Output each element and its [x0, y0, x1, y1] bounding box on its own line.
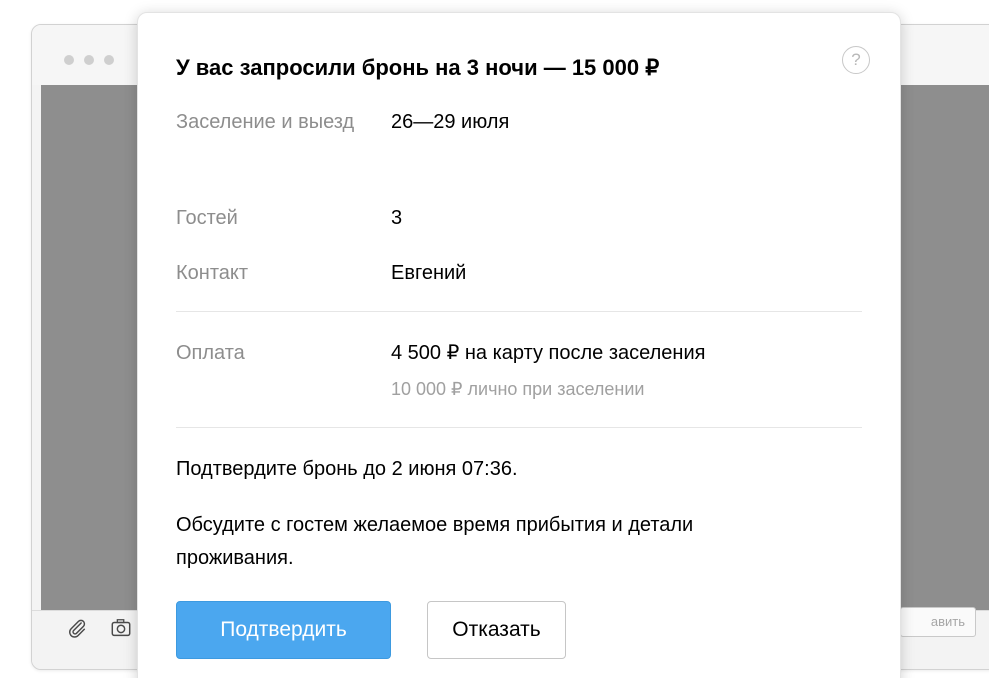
window-minimize-dot[interactable] — [84, 55, 94, 65]
divider — [176, 311, 862, 312]
payment-label: Оплата — [176, 342, 245, 364]
guests-value: 3 — [391, 207, 403, 229]
discuss-arrival-text: Обсудите с гостем желаемое время прибыти… — [176, 514, 694, 569]
paperclip-icon[interactable] — [66, 617, 88, 639]
payment-sub-value: 10 000 ₽ лично при заселении — [391, 379, 645, 399]
window-close-dot[interactable] — [64, 55, 74, 65]
window-zoom-dot[interactable] — [104, 55, 114, 65]
checkin-checkout-label: Заселение и выезд — [176, 111, 355, 133]
checkin-checkout-value: 26—29 июля — [391, 111, 510, 133]
send-button[interactable]: авить — [900, 607, 976, 637]
help-icon[interactable]: ? — [842, 46, 870, 74]
booking-request-popover: У вас запросили бронь на 3 ночи — 15 000… — [137, 12, 901, 678]
contact-value: Евгений — [391, 262, 467, 284]
screen: авить У вас запросили бронь на 3 ночи — … — [0, 0, 989, 678]
contact-label: Контакт — [176, 262, 249, 284]
decline-button[interactable]: Отказать — [427, 601, 566, 659]
guests-label: Гостей — [176, 207, 238, 229]
confirm-button[interactable]: Подтвердить — [176, 601, 391, 659]
camera-icon[interactable] — [110, 617, 132, 639]
booking-title: У вас запросили бронь на 3 ночи — 15 000… — [176, 55, 660, 80]
confirm-deadline-text: Подтвердите бронь до 2 июня 07:36. — [176, 458, 518, 480]
payment-value: 4 500 ₽ на карту после заселения — [391, 342, 706, 364]
divider — [176, 427, 862, 428]
